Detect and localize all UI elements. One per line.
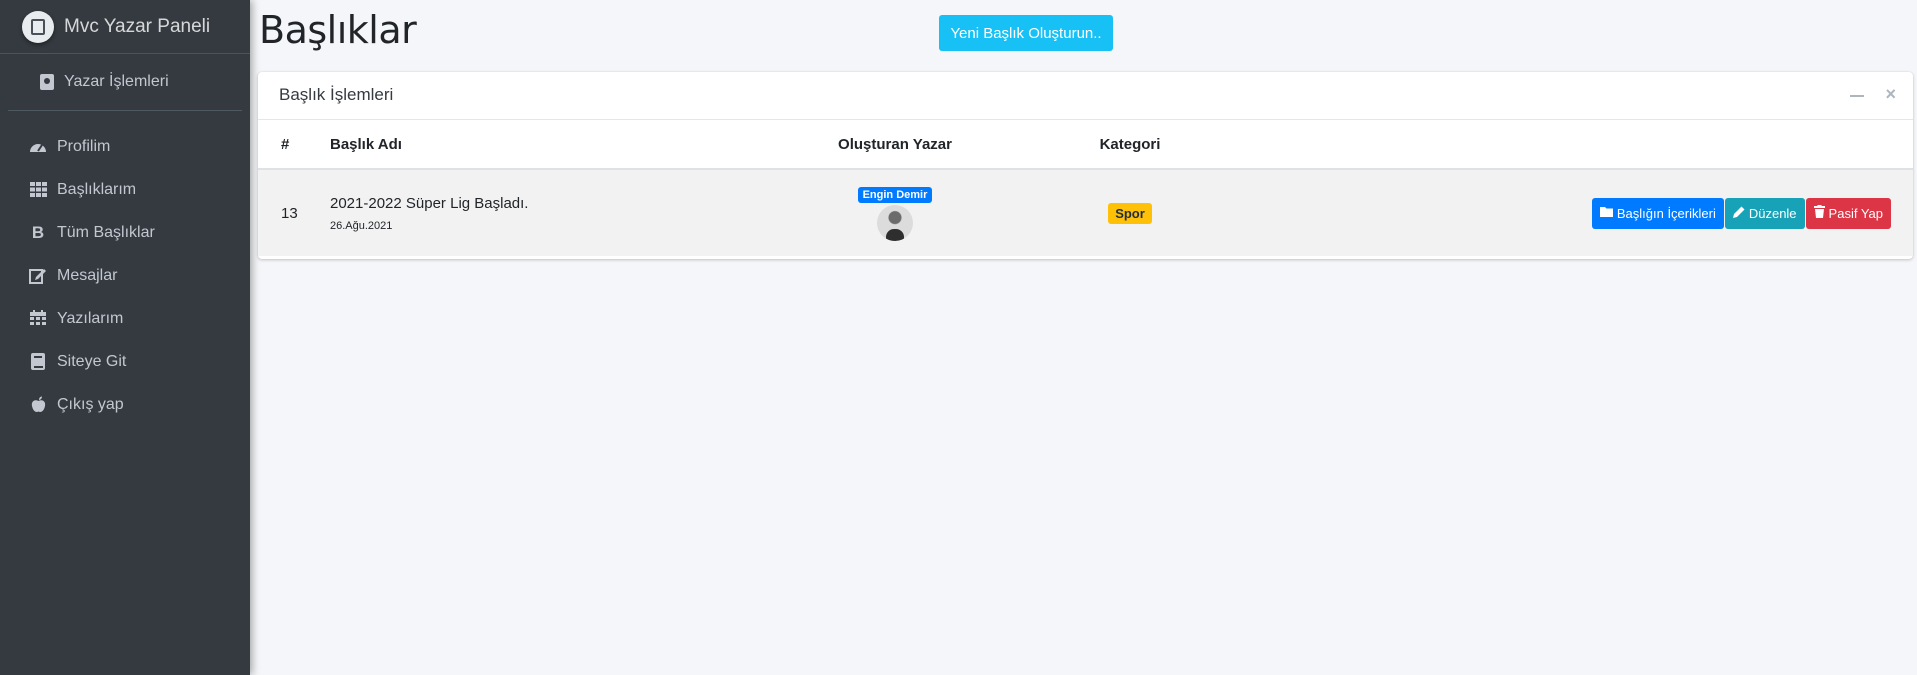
speedometer-icon <box>28 137 48 157</box>
row-actions: Başlığın İçerikleri Düzenle Pasif Yap <box>1240 169 1913 256</box>
sidebar-item-label: Yazılarım <box>57 309 124 327</box>
user-panel[interactable]: Yazar İşlemleri <box>8 54 242 111</box>
column-header-title: Başlık Adı <box>330 120 770 170</box>
column-header-category: Kategori <box>1020 120 1240 170</box>
row-category-cell: Spor <box>1020 169 1240 256</box>
sidebar-item-mesajlar[interactable]: Mesajlar <box>0 254 250 297</box>
brand-link[interactable]: Mvc Yazar Paneli <box>0 0 250 54</box>
sidebar-item-yazilarim[interactable]: Yazılarım <box>0 297 250 340</box>
sidebar-item-label: Profilim <box>57 137 111 155</box>
avatar <box>877 205 913 241</box>
brand-logo-icon <box>22 10 54 43</box>
sidebar-item-siteye-git[interactable]: Siteye Git <box>0 340 250 383</box>
apple-icon <box>28 395 48 415</box>
column-header-id: # <box>258 120 330 170</box>
sidebar-nav: Profilim Başlıklarım B Tüm Başlıklar Mes… <box>0 125 250 426</box>
sidebar: Mvc Yazar Paneli Yazar İşlemleri Profili… <box>0 0 250 675</box>
author-badge: Engin Demir <box>857 187 933 203</box>
folder-icon <box>1599 206 1613 220</box>
titles-table: # Başlık Adı Oluşturan Yazar Kategori 13… <box>258 120 1913 256</box>
titles-card: Başlık İşlemleri × # Başlık Adı Oluştura… <box>258 72 1913 259</box>
card-title: Başlık İşlemleri <box>279 85 394 104</box>
row-title: 2021-2022 Süper Lig Başladı. <box>330 194 529 212</box>
page-title: Başlıklar <box>259 8 417 52</box>
deactivate-label: Pasif Yap <box>1828 205 1883 221</box>
sidebar-item-label: Tüm Başlıklar <box>57 223 155 241</box>
grid-icon <box>28 180 48 200</box>
sidebar-item-profilim[interactable]: Profilim <box>0 125 250 168</box>
edit-icon <box>28 266 48 286</box>
new-title-button[interactable]: Yeni Başlık Oluşturun.. <box>939 15 1113 51</box>
address-book-icon <box>40 74 54 90</box>
sidebar-item-tum-basliklar[interactable]: B Tüm Başlıklar <box>0 211 250 254</box>
sidebar-item-label: Çıkış yap <box>57 395 124 413</box>
bold-b-icon: B <box>31 222 45 242</box>
title-contents-button[interactable]: Başlığın İçerikleri <box>1591 197 1724 229</box>
sidebar-item-label: Başlıklarım <box>57 180 137 198</box>
deactivate-button[interactable]: Pasif Yap <box>1805 197 1891 229</box>
close-icon[interactable]: × <box>1885 84 1896 105</box>
sidebar-item-label: Siteye Git <box>57 352 127 370</box>
edit-label: Düzenle <box>1748 205 1797 221</box>
brand-text: Mvc Yazar Paneli <box>64 15 211 37</box>
sidebar-item-cikis-yap[interactable]: Çıkış yap <box>0 383 250 426</box>
calendar-icon <box>28 309 48 329</box>
title-contents-label: Başlığın İçerikleri <box>1616 205 1716 221</box>
edit-button[interactable]: Düzenle <box>1724 197 1805 229</box>
sidebar-item-basliklarim[interactable]: Başlıklarım <box>0 168 250 211</box>
category-badge: Spor <box>1108 202 1152 224</box>
book-icon <box>28 352 48 372</box>
table-row: 13 2021-2022 Süper Lig Başladı. 26.Ağu.2… <box>258 169 1913 256</box>
row-author-cell: Engin Demir <box>770 169 1020 256</box>
row-title-cell: 2021-2022 Süper Lig Başladı. 26.Ağu.2021 <box>330 169 770 256</box>
minus-icon[interactable] <box>1850 95 1864 97</box>
pencil-icon <box>1732 206 1745 221</box>
row-date: 26.Ağu.2021 <box>330 219 393 232</box>
column-header-actions <box>1240 120 1913 170</box>
user-panel-label: Yazar İşlemleri <box>64 73 169 90</box>
row-id: 13 <box>281 204 298 222</box>
column-header-author: Oluşturan Yazar <box>770 120 1020 170</box>
sidebar-item-label: Mesajlar <box>57 266 118 284</box>
card-header: Başlık İşlemleri × <box>258 72 1913 120</box>
trash-icon <box>1813 205 1825 221</box>
main-content: Başlıklar Yeni Başlık Oluşturun.. Başlık… <box>250 0 1917 675</box>
